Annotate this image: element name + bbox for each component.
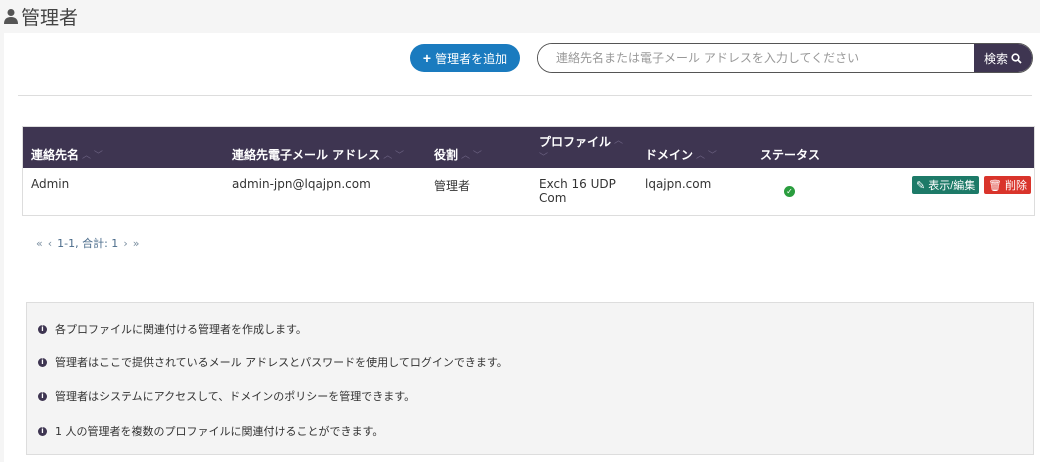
- table-header: 連絡先名 ︿ ﹀ 連絡先電子メール アドレス ︿ ﹀ 役割 ︿ ﹀ プロファイル…: [23, 127, 1034, 168]
- sort-icon: ︿ ﹀: [461, 151, 482, 161]
- info-text: 各プロファイルに関連付ける管理者を作成します。: [55, 323, 307, 336]
- info-text: 管理者はシステムにアクセスして、ドメインのポリシーを管理できます。: [55, 390, 416, 403]
- sort-icon: ︿ ﹀: [82, 151, 103, 161]
- info-icon: i: [38, 426, 47, 436]
- plus-icon: +: [422, 50, 432, 66]
- delete-label: 削除: [1004, 180, 1027, 192]
- first-page-button[interactable]: «: [36, 237, 43, 250]
- pagination: « ‹ 1-1, 合計: 1 › »: [36, 235, 139, 251]
- add-admin-label: 管理者を追加: [435, 51, 508, 66]
- sort-icon: ﹀: [539, 153, 549, 163]
- info-icon: i: [38, 391, 47, 401]
- info-text: 1 人の管理者を複数のプロファイルに関連付けることができます。: [55, 425, 384, 438]
- page-header: 管理者: [0, 0, 1040, 33]
- info-box: i 各プロファイルに関連付ける管理者を作成します。 i 管理者はここで提供されて…: [26, 302, 1034, 455]
- col-profile[interactable]: プロファイル ︿ ﹀: [539, 133, 623, 163]
- search-button[interactable]: 検索: [974, 44, 1032, 72]
- col-status: ステータス: [760, 146, 820, 163]
- search-icon: [1011, 52, 1022, 64]
- sort-icon: ︿ ﹀: [696, 151, 717, 161]
- cell-email: admin-jpn@lqajpn.com: [232, 177, 371, 191]
- info-item: i 1 人の管理者を複数のプロファイルに関連付けることができます。: [38, 423, 383, 439]
- prev-page-button[interactable]: ‹: [48, 237, 52, 250]
- col-contact-email[interactable]: 連絡先電子メール アドレス ︿ ﹀: [232, 146, 404, 163]
- table-row: Admin admin-jpn@lqajpn.com 管理者 Exch 16 U…: [23, 168, 1034, 215]
- col-label: 連絡先名: [31, 148, 80, 162]
- edit-icon: ✎: [916, 179, 926, 192]
- info-item: i 管理者はここで提供されているメール アドレスとパスワードを使用してログインで…: [38, 354, 508, 370]
- info-icon: i: [38, 357, 47, 367]
- col-label: ステータス: [760, 148, 821, 162]
- add-admin-button[interactable]: + 管理者を追加: [410, 44, 520, 72]
- search-bar: 検索: [537, 43, 1033, 73]
- main-panel: + 管理者を追加 検索 連絡先名 ︿ ﹀ 連絡先電子メール アドレス ︿ ﹀ 役…: [4, 33, 1040, 462]
- info-text: 管理者はここで提供されているメール アドレスとパスワードを使用してログインできま…: [55, 356, 508, 369]
- cell-role: 管理者: [434, 179, 471, 193]
- info-item: i 管理者はシステムにアクセスして、ドメインのポリシーを管理できます。: [38, 388, 415, 404]
- cell-name: Admin: [31, 177, 70, 191]
- info-icon: i: [38, 324, 47, 334]
- col-label: 役割: [434, 148, 459, 162]
- col-label: ドメイン: [645, 148, 694, 162]
- delete-button[interactable]: 🗑 削除: [984, 176, 1031, 194]
- status-ok-icon: ✓: [784, 186, 795, 197]
- search-input[interactable]: [538, 44, 974, 72]
- col-role[interactable]: 役割 ︿ ﹀: [434, 146, 482, 163]
- user-icon: [4, 9, 18, 24]
- cell-profile: Exch 16 UDP Com: [539, 177, 616, 205]
- sort-icon: ︿ ﹀: [383, 151, 405, 161]
- view-edit-label: 表示/編集: [928, 180, 976, 192]
- view-edit-button[interactable]: ✎ 表示/編集: [912, 176, 980, 194]
- sort-icon: ︿: [614, 136, 624, 146]
- col-contact-name[interactable]: 連絡先名 ︿ ﹀: [31, 146, 103, 163]
- divider: [18, 95, 1032, 96]
- col-label: プロファイル: [539, 135, 612, 149]
- last-page-button[interactable]: »: [133, 237, 140, 250]
- cell-domain: lqajpn.com: [645, 177, 712, 191]
- page-range: 1-1, 合計: 1: [57, 237, 119, 250]
- info-item: i 各プロファイルに関連付ける管理者を作成します。: [38, 321, 307, 337]
- admin-table: 連絡先名 ︿ ﹀ 連絡先電子メール アドレス ︿ ﹀ 役割 ︿ ﹀ プロファイル…: [22, 126, 1035, 216]
- search-label: 検索: [983, 51, 1008, 66]
- col-domain[interactable]: ドメイン ︿ ﹀: [645, 146, 717, 163]
- next-page-button[interactable]: ›: [123, 237, 127, 250]
- trash-icon: 🗑: [988, 179, 1002, 192]
- page-title: 管理者: [21, 7, 79, 29]
- col-label: 連絡先電子メール アドレス: [232, 148, 381, 162]
